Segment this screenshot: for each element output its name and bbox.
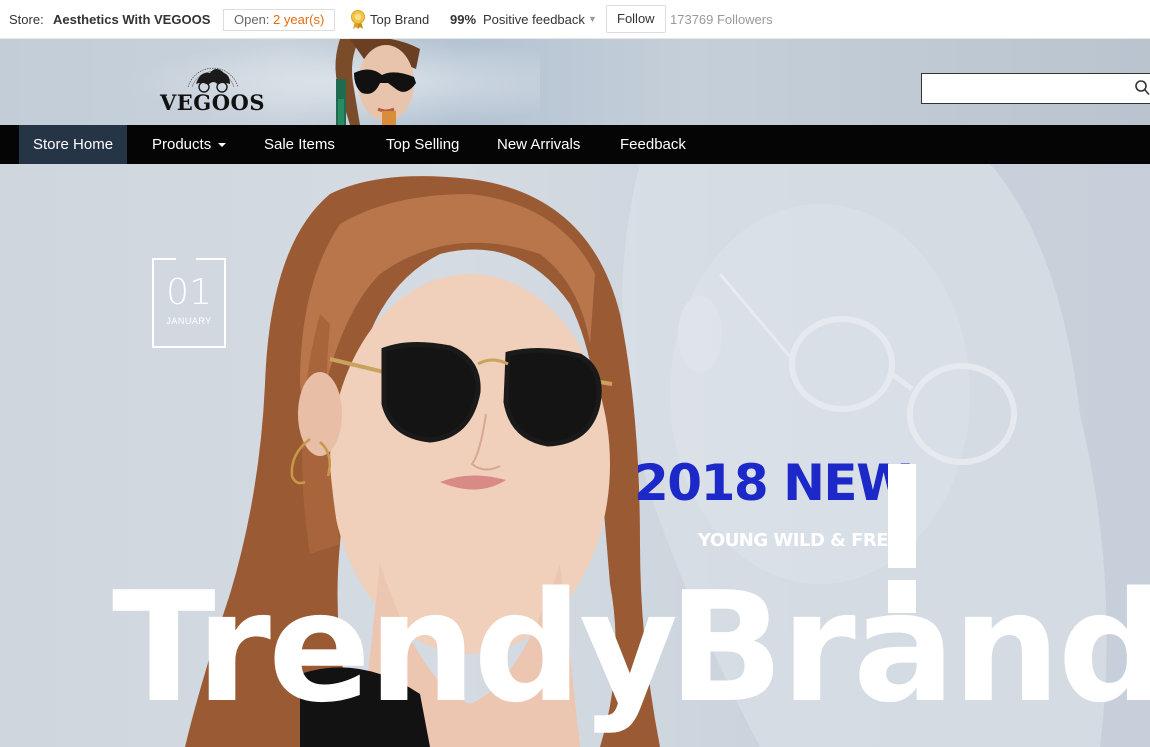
positive-feedback-link[interactable]: Positive feedback	[483, 0, 585, 39]
nav-store-home[interactable]: Store Home	[19, 125, 128, 164]
store-label: Store:	[9, 12, 44, 27]
chevron-down-icon[interactable]: ▼	[588, 0, 597, 39]
top-brand-badge: Top Brand	[370, 12, 430, 27]
feedback-percentage: 99%	[450, 12, 477, 27]
exclamation-bar	[888, 464, 916, 568]
nav-products-dropdown[interactable]: Products	[152, 125, 227, 164]
nav-top-selling[interactable]: Top Selling	[386, 125, 459, 164]
store-navigation-bar: Store Home Products Sale Items Top Selli…	[0, 125, 1150, 164]
open-prefix: Open:	[234, 12, 270, 27]
nav-label: Products	[152, 136, 212, 153]
award-medal-icon	[350, 0, 366, 39]
store-open-duration: Open: 2 year(s)	[223, 9, 336, 31]
store-search-input[interactable]	[921, 73, 1150, 104]
store-header-banner: VEGOOS	[0, 39, 1150, 125]
nav-label: Store Home	[33, 136, 114, 153]
store-name-link[interactable]: Aesthetics With VEGOOS	[53, 0, 210, 39]
hero-big-word-brand: Brand	[668, 559, 1150, 736]
header-model-image	[335, 39, 420, 125]
caret-down-icon	[218, 143, 227, 148]
hero-banner[interactable]: 01 JANUARY 2018 NEW YOUNG WILD & FREE Tr…	[0, 164, 1150, 747]
hero-headline: 2018 NEW	[634, 454, 911, 512]
store-info-bar: Store: Aesthetics With VEGOOS Open: 2 ye…	[0, 0, 1150, 39]
hero-big-word-trendy: Trendy	[112, 559, 678, 736]
follow-button[interactable]: Follow	[606, 5, 666, 33]
followers-count: 173769 Followers	[670, 12, 773, 27]
store-logo[interactable]: VEGOOS	[160, 51, 270, 119]
date-day: 01	[166, 272, 212, 313]
logo-text: VEGOOS	[160, 90, 265, 115]
nav-feedback[interactable]: Feedback	[620, 125, 686, 164]
nav-label: New Arrivals	[497, 136, 581, 153]
hero-tagline: YOUNG WILD & FREE	[698, 530, 900, 551]
date-month: JANUARY	[166, 316, 212, 326]
open-years: 2 year(s)	[273, 12, 325, 27]
nav-new-arrivals[interactable]: New Arrivals	[497, 125, 580, 164]
nav-label: Feedback	[620, 136, 686, 153]
nav-label: Top Selling	[386, 136, 460, 153]
date-calendar-box: 01 JANUARY	[152, 253, 226, 348]
nav-sale-items[interactable]: Sale Items	[264, 125, 335, 164]
search-icon[interactable]	[1134, 79, 1150, 97]
nav-label: Sale Items	[264, 136, 335, 153]
